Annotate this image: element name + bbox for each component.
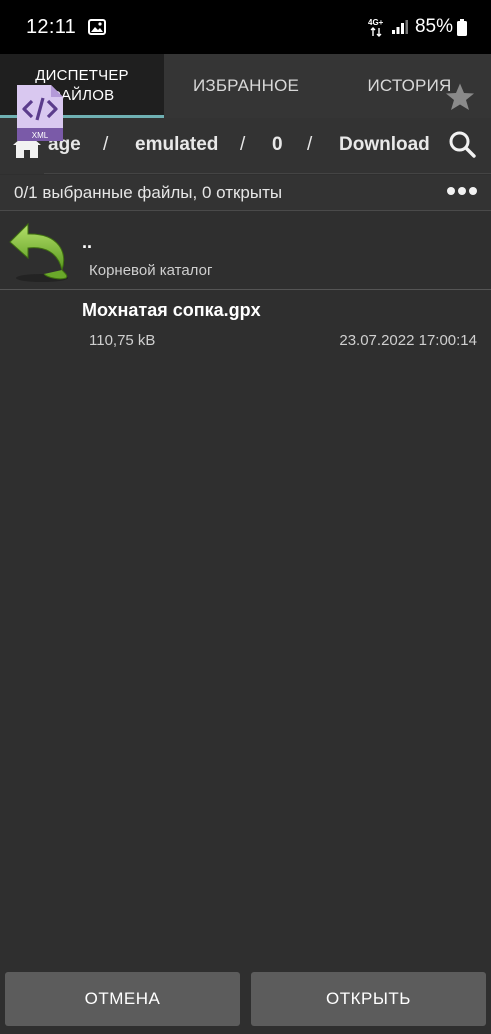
breadcrumb-segment-0[interactable]: 0 <box>272 134 283 156</box>
status-right: 4G+ 85% <box>367 16 467 38</box>
selection-status-row: 0/1 выбранные файлы, 0 открыты <box>0 175 491 211</box>
file-name: Мохнатая сопка.gpx <box>82 300 261 320</box>
status-bar: 12:11 4G+ 85% <box>0 0 491 54</box>
status-time: 12:11 <box>26 15 77 38</box>
parent-directory-arrow-icon <box>9 222 68 282</box>
selection-status-text: 0/1 выбранные файлы, 0 открыты <box>14 183 283 202</box>
more-options-icon[interactable] <box>446 184 478 198</box>
bottom-action-bar: ОТМЕНА ОТКРЫТЬ <box>0 972 491 1026</box>
breadcrumb-segment-emulated[interactable]: emulated <box>135 134 218 156</box>
battery-percentage: 85% <box>414 16 453 37</box>
search-icon[interactable] <box>448 130 476 158</box>
cancel-button[interactable]: ОТМЕНА <box>5 972 240 1026</box>
parent-directory-subtitle: Корневой каталог <box>89 262 213 279</box>
favorite-star-icon[interactable] <box>445 82 475 112</box>
mobile-data-icon: 4G+ <box>368 18 384 37</box>
open-button[interactable]: ОТКРЫТЬ <box>251 972 486 1026</box>
xml-file-icon: XML <box>17 85 63 141</box>
tab-bar: ДИСПЕТЧЕР ФАЙЛОВ ИЗБРАННОЕ ИСТОРИЯ <box>0 54 491 118</box>
signal-strength-icon <box>391 20 408 34</box>
file-modified-date: 23.07.2022 17:00:14 <box>339 332 477 349</box>
tab-history-label: ИСТОРИЯ <box>367 76 452 95</box>
file-list: .. Корневой каталог Мохнатая сопка.gpx 1… <box>0 212 491 368</box>
breadcrumb-path: age / emulated / 0 / Download <box>0 118 491 174</box>
file-size: 110,75 kB <box>89 332 156 349</box>
file-picker-screen: 12:11 4G+ 85% ДИСПЕТЧЕР ФАЙЛОВ ИЗБРАННОЕ… <box>0 0 491 1034</box>
parent-directory-name: .. <box>82 232 93 252</box>
tab-favorites-label: ИЗБРАННОЕ <box>192 76 300 95</box>
xml-icon-label: XML <box>32 131 49 140</box>
breadcrumb-separator: / <box>307 134 313 155</box>
breadcrumb-separator: / <box>240 134 246 155</box>
network-type-label: 4G+ <box>368 18 384 27</box>
breadcrumb: age / emulated / 0 / Download <box>0 118 491 174</box>
breadcrumb-segment-download[interactable]: Download <box>339 134 430 156</box>
breadcrumb-separator: / <box>103 134 109 155</box>
battery-icon <box>457 18 467 36</box>
tab-favorites[interactable]: ИЗБРАННОЕ <box>164 54 328 118</box>
list-item-file[interactable]: Мохнатая сопка.gpx 110,75 kB 23.07.2022 … <box>0 290 491 368</box>
gallery-notification-icon <box>88 19 107 35</box>
list-item-parent-directory[interactable]: .. Корневой каталог <box>0 212 491 290</box>
